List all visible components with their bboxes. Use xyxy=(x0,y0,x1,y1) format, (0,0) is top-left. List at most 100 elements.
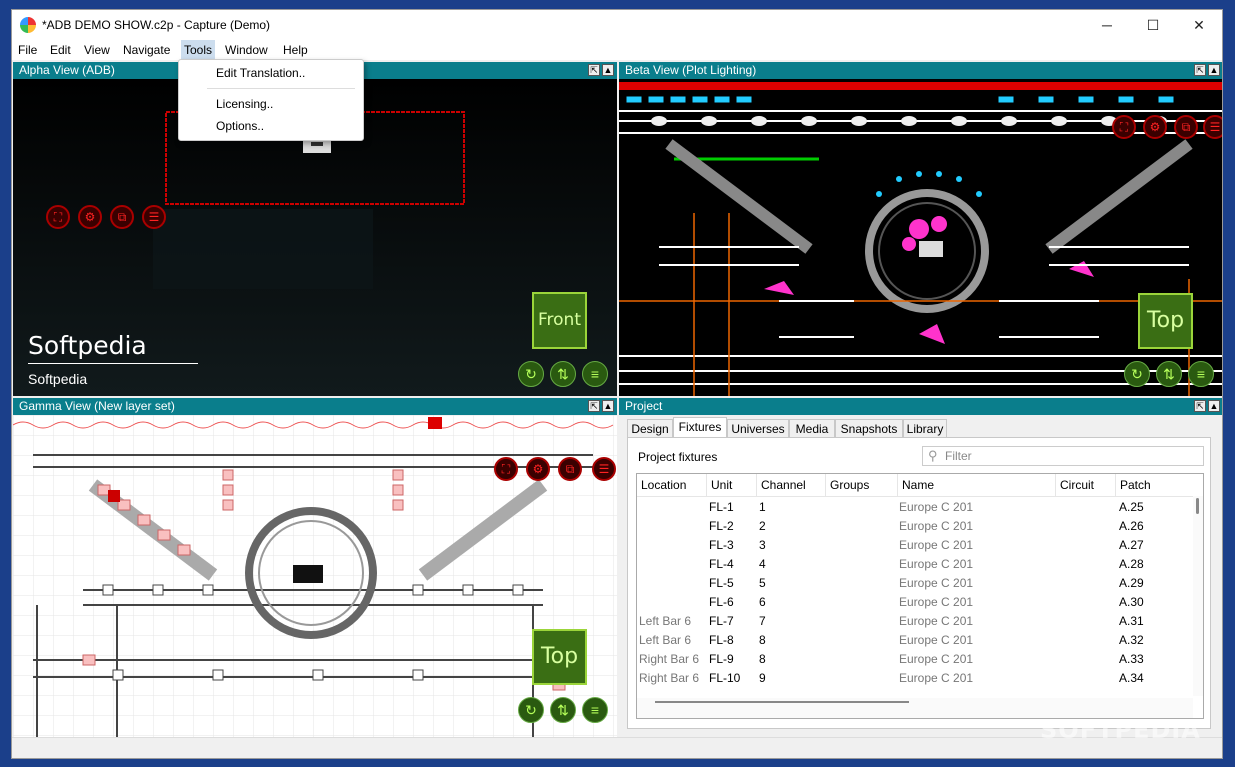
cell-unit: FL-6 xyxy=(709,595,734,609)
menu-navigate[interactable]: Navigate xyxy=(123,43,170,57)
menu-file[interactable]: File xyxy=(18,43,37,57)
view-menu-icon[interactable]: ≡ xyxy=(582,697,608,723)
orbit-icon[interactable]: ↻ xyxy=(518,361,544,387)
copy-icon[interactable]: ⧉ xyxy=(110,205,134,229)
orbit-icon[interactable]: ↻ xyxy=(518,697,544,723)
cell-unit: FL-9 xyxy=(709,652,734,666)
tab-library[interactable]: Library xyxy=(903,419,947,437)
cell-channel: 1 xyxy=(759,500,766,514)
pan-icon[interactable]: ⇅ xyxy=(550,361,576,387)
list-icon[interactable]: ☰ xyxy=(1203,115,1222,139)
tools-dropdown-menu: Edit Translation.. Licensing.. Options.. xyxy=(178,59,364,141)
window-title: *ADB DEMO SHOW.c2p - Capture (Demo) xyxy=(42,18,271,32)
column-name[interactable]: Name xyxy=(898,474,1056,496)
cell-channel: 6 xyxy=(759,595,766,609)
table-row[interactable]: FL-5 5 Europe C 201 A.29 xyxy=(637,574,1187,593)
app-window: *ADB DEMO SHOW.c2p - Capture (Demo) ─ ☐ … xyxy=(11,9,1223,759)
cell-unit: FL-7 xyxy=(709,614,734,628)
maximize-pane-button[interactable]: ▲ xyxy=(602,64,614,76)
fixtures-table: Location Unit Channel Groups Name Circui… xyxy=(636,473,1204,719)
minimize-button[interactable]: ─ xyxy=(1084,10,1130,40)
maximize-pane-button[interactable]: ▲ xyxy=(602,400,614,412)
vertical-scroll-thumb[interactable] xyxy=(1196,498,1199,514)
list-icon[interactable]: ☰ xyxy=(142,205,166,229)
table-row[interactable]: FL-2 2 Europe C 201 A.26 xyxy=(637,517,1187,536)
maximize-pane-button[interactable]: ▲ xyxy=(1208,400,1220,412)
filter-input[interactable]: ⚲ Filter xyxy=(922,446,1204,466)
project-title: Project xyxy=(625,399,663,413)
table-row[interactable]: Left Bar 6 FL-7 7 Europe C 201 A.31 xyxy=(637,612,1187,631)
view-label-top[interactable]: Top xyxy=(1138,293,1193,349)
maximize-pane-button[interactable]: ▲ xyxy=(1208,64,1220,76)
copy-icon[interactable]: ⧉ xyxy=(558,457,582,481)
cell-location: Left Bar 6 xyxy=(639,614,692,628)
view-label-top[interactable]: Top xyxy=(532,629,587,685)
app-logo-icon xyxy=(20,17,36,33)
settings-icon[interactable]: ⚙ xyxy=(526,457,550,481)
list-icon[interactable]: ☰ xyxy=(592,457,616,481)
cell-channel: 3 xyxy=(759,538,766,552)
cell-patch: A.26 xyxy=(1119,519,1144,533)
pan-icon[interactable]: ⇅ xyxy=(1156,361,1182,387)
menu-help[interactable]: Help xyxy=(283,43,308,57)
horizontal-scrollbar[interactable] xyxy=(637,698,1193,718)
cell-unit: FL-8 xyxy=(709,633,734,647)
orbit-icon[interactable]: ↻ xyxy=(1124,361,1150,387)
fullscreen-icon[interactable]: ⛶ xyxy=(1112,115,1136,139)
menu-item-edit-translation[interactable]: Edit Translation.. xyxy=(216,66,305,80)
float-pane-button[interactable]: ⇱ xyxy=(588,64,600,76)
table-row[interactable]: Right Bar 6 FL-10 9 Europe C 201 A.34 xyxy=(637,669,1187,688)
menu-separator xyxy=(207,88,355,89)
close-button[interactable]: ✕ xyxy=(1176,10,1222,40)
tab-design[interactable]: Design xyxy=(627,419,673,437)
menu-window[interactable]: Window xyxy=(225,43,268,57)
table-row[interactable]: Right Bar 6 FL-9 8 Europe C 201 A.33 xyxy=(637,650,1187,669)
menu-item-licensing[interactable]: Licensing.. xyxy=(216,97,273,111)
settings-icon[interactable]: ⚙ xyxy=(78,205,102,229)
gamma-viewport[interactable]: ⛶ ⚙ ⧉ ☰ Top ↻ ⇅ ≡ xyxy=(13,415,617,737)
view-menu-icon[interactable]: ≡ xyxy=(1188,361,1214,387)
tab-universes[interactable]: Universes xyxy=(727,419,789,437)
tab-fixtures[interactable]: Fixtures xyxy=(673,417,727,438)
column-groups[interactable]: Groups xyxy=(826,474,898,496)
table-row[interactable]: FL-3 3 Europe C 201 A.27 xyxy=(637,536,1187,555)
menu-edit[interactable]: Edit xyxy=(50,43,71,57)
cell-unit: FL-5 xyxy=(709,576,734,590)
fixtures-panel: Project fixtures ⚲ Filter Location Unit … xyxy=(627,437,1211,729)
maximize-button[interactable]: ☐ xyxy=(1130,10,1176,40)
view-menu-icon[interactable]: ≡ xyxy=(582,361,608,387)
fullscreen-icon[interactable]: ⛶ xyxy=(494,457,518,481)
column-channel[interactable]: Channel xyxy=(757,474,826,496)
column-location[interactable]: Location xyxy=(637,474,707,496)
float-pane-button[interactable]: ⇱ xyxy=(1194,400,1206,412)
tab-media[interactable]: Media xyxy=(789,419,835,437)
alpha-view-title: Alpha View (ADB) xyxy=(19,63,115,77)
table-row[interactable]: Left Bar 6 FL-8 8 Europe C 201 A.32 xyxy=(637,631,1187,650)
cell-unit: FL-1 xyxy=(709,500,734,514)
tab-snapshots[interactable]: Snapshots xyxy=(835,419,903,437)
horizontal-scroll-thumb[interactable] xyxy=(655,701,909,703)
beta-viewport[interactable]: ⛶ ⚙ ⧉ ☰ Top ↻ ⇅ ≡ xyxy=(619,79,1222,396)
menu-tools[interactable]: Tools xyxy=(181,40,216,60)
table-row[interactable]: FL-6 6 Europe C 201 A.30 xyxy=(637,593,1187,612)
filter-placeholder: Filter xyxy=(945,449,972,463)
settings-icon[interactable]: ⚙ xyxy=(1143,115,1167,139)
cell-name: Europe C 201 xyxy=(899,614,974,628)
vertical-scrollbar[interactable] xyxy=(1193,496,1203,696)
table-row[interactable]: FL-1 1 Europe C 201 A.25 xyxy=(637,498,1187,517)
cell-patch: A.28 xyxy=(1119,557,1144,571)
float-pane-button[interactable]: ⇱ xyxy=(1194,64,1206,76)
float-pane-button[interactable]: ⇱ xyxy=(588,400,600,412)
gamma-view-header: Gamma View (New layer set) ⇱ ▲ xyxy=(13,398,617,415)
table-row[interactable]: FL-4 4 Europe C 201 A.28 xyxy=(637,555,1187,574)
column-unit[interactable]: Unit xyxy=(707,474,757,496)
menu-view[interactable]: View xyxy=(84,43,110,57)
pan-icon[interactable]: ⇅ xyxy=(550,697,576,723)
column-circuit[interactable]: Circuit xyxy=(1056,474,1116,496)
copy-icon[interactable]: ⧉ xyxy=(1174,115,1198,139)
cell-unit: FL-2 xyxy=(709,519,734,533)
fullscreen-icon[interactable]: ⛶ xyxy=(46,205,70,229)
view-label-front[interactable]: Front xyxy=(532,292,587,349)
column-patch[interactable]: Patch xyxy=(1116,474,1186,496)
menu-item-options[interactable]: Options.. xyxy=(216,119,264,133)
